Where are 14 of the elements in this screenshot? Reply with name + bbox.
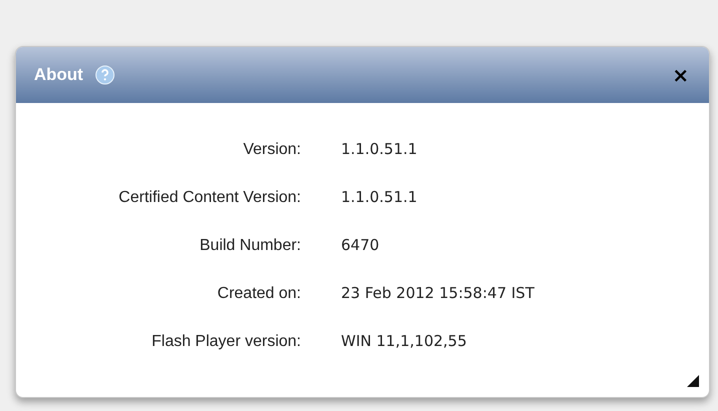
- field-value: WIN 11,1,102,55: [341, 331, 468, 352]
- resize-grip-icon[interactable]: [687, 375, 699, 387]
- field-label: Build Number:: [198, 236, 301, 256]
- field-label: Created on:: [216, 284, 301, 304]
- help-icon[interactable]: [95, 65, 116, 85]
- close-button[interactable]: ×: [672, 65, 689, 85]
- field-value: 1.1.0.51.1: [341, 187, 418, 208]
- dialog-title: About: [34, 64, 84, 86]
- field-value: 1.1.0.51.1: [341, 139, 418, 160]
- field-label: Flash Player version:: [150, 332, 301, 352]
- field-label: Version:: [242, 140, 301, 160]
- field-label: Certified Content Version:: [118, 188, 301, 208]
- field-value: 6470: [341, 235, 380, 256]
- field-value: 23 Feb 2012 15:58:47 IST: [341, 283, 536, 304]
